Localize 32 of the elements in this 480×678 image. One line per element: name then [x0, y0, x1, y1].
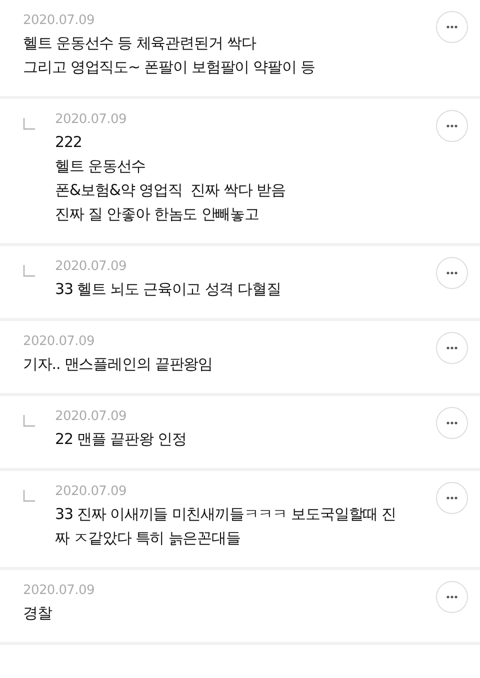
comment-date: 2020.07.09 — [55, 408, 128, 426]
comment-date: 2020.07.09 — [23, 582, 96, 600]
comment-date: 2020.07.09 — [23, 12, 96, 30]
more-icon — [446, 421, 458, 425]
more-icon — [446, 271, 458, 275]
comment-date: 2020.07.09 — [55, 483, 128, 501]
more-button[interactable] — [436, 407, 468, 439]
more-icon — [446, 496, 458, 500]
more-button[interactable] — [436, 257, 468, 289]
more-button[interactable] — [436, 11, 468, 43]
more-icon — [446, 595, 458, 599]
reply-icon — [23, 118, 35, 130]
comment-text: 33 헬트 뇌도 근육이고 성격 다혈질 — [55, 279, 282, 300]
comment-text: 기자.. 맨스플레인의 끝판왕임 — [23, 354, 214, 375]
more-button[interactable] — [436, 332, 468, 364]
more-button[interactable] — [436, 581, 468, 613]
comment-text: 헬트 운동선수 등 체육관련된거 싹다 그리고 영업직도~ 폰팔이 보험팔이 약팔이 등 — [23, 33, 316, 78]
comment-date: 2020.07.09 — [55, 111, 128, 129]
reply-icon — [23, 265, 35, 277]
comment-text: 33 진짜 이새끼들 미친새끼들ㅋㅋㅋ 보도국일할때 진 짜 ㅈ같았다 특히 늙은꼰대들 — [55, 504, 398, 549]
comment-text: 22 맨플 끝판왕 인정 — [55, 429, 188, 450]
reply-icon — [23, 415, 35, 427]
comment-text: 222 헬트 운동선수 폰&보험&약 영업직 진짜 싹다 받음 진짜 질 안좋아 한놈도 안빼놓고 — [55, 132, 286, 225]
comment-text: 경찰 — [23, 603, 54, 624]
more-icon — [446, 124, 458, 128]
reply-icon — [23, 490, 35, 502]
comment-date: 2020.07.09 — [55, 258, 128, 276]
more-icon — [446, 25, 458, 29]
more-button[interactable] — [436, 482, 468, 514]
more-button[interactable] — [436, 110, 468, 142]
comment-date: 2020.07.09 — [23, 333, 96, 351]
more-icon — [446, 346, 458, 350]
